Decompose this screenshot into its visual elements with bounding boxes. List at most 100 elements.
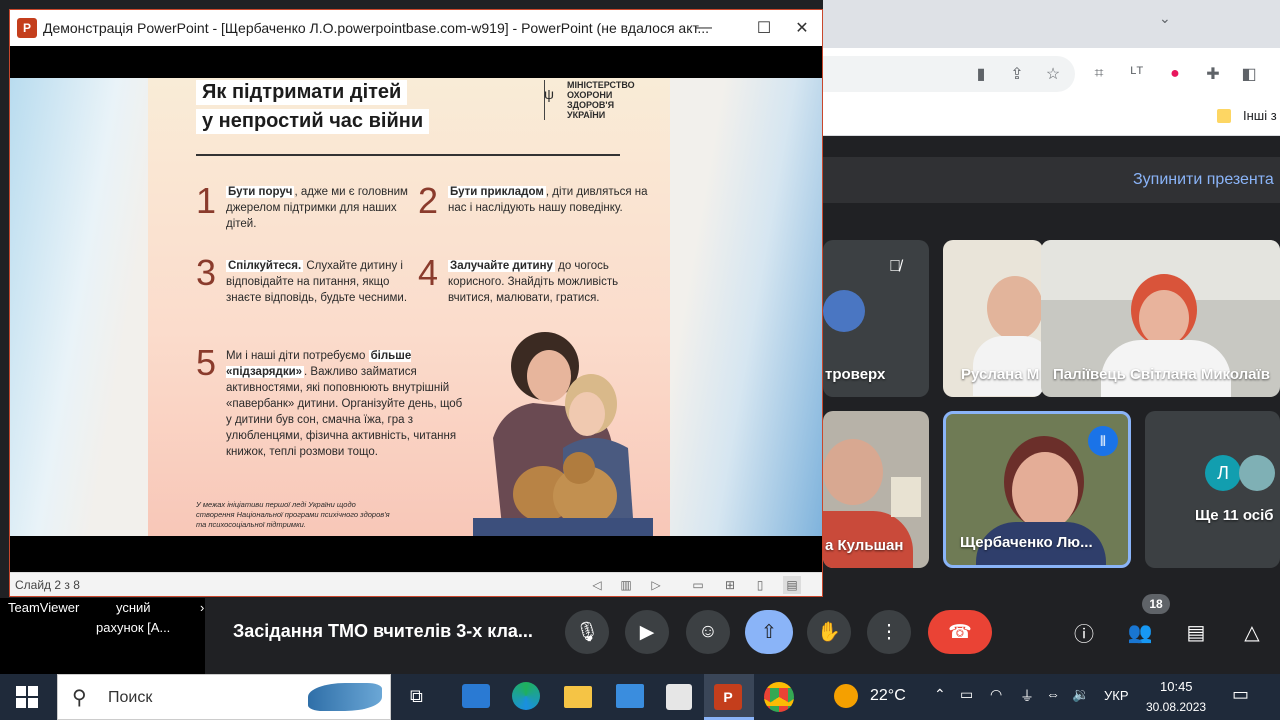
close-button[interactable]: ✕ [782,14,822,42]
task-view-icon[interactable]: ⧉ [410,686,423,707]
mail-icon[interactable] [462,684,490,708]
participant-tile[interactable]: а Кульшан [823,411,929,568]
minimize-button[interactable]: — [684,14,724,42]
poster-heading: Як підтримати дітей у непростий час війн… [196,80,430,138]
windows-start-icon[interactable] [16,686,38,708]
trident-icon: ψ [544,86,554,102]
wifi-icon[interactable]: ◠ [990,686,1002,703]
chrome-frame: ⌄ ▮ ⇪ ☆ ⌗ ᴸᵀ ● ✚ ◧ Інші з [823,0,1280,136]
avatar [1239,455,1275,491]
participant-tile-speaking[interactable]: ⦀ Щербаченко Лю... [943,411,1131,568]
chevron-down-icon[interactable]: ⌄ [1159,10,1171,27]
clock-time[interactable]: 10:45 [1160,679,1193,694]
mic-icon: 🎙 [574,622,600,643]
present-button[interactable]: ⇧ [745,610,793,654]
camera-icon[interactable]: ▮ [969,62,993,86]
ppt-statusbar: Слайд 2 з 8 ◁ ▥ ▷ ▭ ⊞ ▯ ▤ [10,572,822,596]
slide-sorter-icon[interactable]: ⊞ [721,576,739,594]
heading-line: у непростий час війни [196,109,430,134]
windows-taskbar: ⚲ Поиск ⧉ P 22°C ⌃ ▭ ◠ ⏚ ⇔ 🔉 УКР 10:45 3… [0,674,1280,720]
file-explorer-icon[interactable] [564,686,592,708]
edge-icon[interactable] [512,682,540,710]
maximize-button[interactable]: ☐ [744,14,784,42]
star-icon[interactable]: ☆ [1041,62,1065,86]
store-icon[interactable] [666,684,692,710]
whale-shark-image [308,683,382,711]
hangup-icon: ☎ [948,621,972,643]
teamviewer-text: усний [116,600,151,615]
usb-icon[interactable]: ⏚ [1020,686,1034,706]
bookmarks-bar [823,100,1280,136]
speaking-indicator-icon: ⦀ [1088,426,1118,456]
activities-button[interactable]: △ [1238,618,1266,646]
teamviewer-tray-icon[interactable]: ⇔ [1046,686,1060,702]
extensions-icon[interactable]: ✚ [1201,62,1225,86]
participant-tile[interactable]: Паліївець Світлана Миколаїв [1041,240,1280,397]
battery-icon[interactable]: ▭ [960,686,973,703]
slideshow-view-icon[interactable]: ▤ [783,576,801,594]
meeting-info-button[interactable]: ⓘ [1070,618,1098,646]
powerpoint-icon: P [17,18,37,38]
weather-sun-icon[interactable] [834,684,858,708]
participant-tile[interactable]: 🎙̸ троверх [823,240,929,397]
language-indicator[interactable]: УКР [1104,688,1129,703]
normal-view-icon[interactable]: ▭ [689,576,707,594]
meeting-title: Засідання ТМО вчителів 3-х кла... [233,621,533,641]
participants-count-badge: 18 [1142,594,1170,614]
share-icon[interactable]: ⇪ [1005,62,1029,86]
clock-date[interactable]: 30.08.2023 [1146,700,1206,714]
previous-slide-icon[interactable]: ◁ [588,576,606,594]
screenshot-icon[interactable]: ⌗ [1087,62,1111,86]
people-button[interactable]: 👥 [1126,618,1154,646]
notifications-icon[interactable]: ▭ [1232,684,1249,705]
reactions-button[interactable]: ☺ [686,610,730,654]
slide-show-area[interactable]: Як підтримати дітей у непростий час війн… [10,46,822,572]
powerpoint-icon: P [714,684,742,710]
presenting-bar: Зупинити презента [823,157,1280,203]
address-bar[interactable] [823,56,1075,92]
activities-icon: △ [1244,621,1260,644]
divider [196,154,620,156]
more-participants-tile[interactable]: Л Ще 11 осіб [1145,411,1280,568]
raise-hand-button[interactable]: ✋ [807,610,851,654]
slide-menu-icon[interactable]: ▥ [617,576,635,594]
sidepanel-icon[interactable]: ◧ [1237,62,1261,86]
present-screen-icon: ⇧ [761,621,777,643]
tip-text: Бути прикладом, діти дивляться на нас і … [448,186,648,214]
info-icon: ⓘ [1074,623,1094,646]
teamviewer-notification[interactable]: TeamViewer усний рахунок [A... › [0,598,205,674]
participant-name: Паліївець Світлана Миколаїв [1053,366,1270,383]
volume-icon[interactable]: 🔉 [1072,686,1089,703]
record-icon[interactable]: ● [1163,62,1187,86]
chat-button[interactable]: ▤ [1182,618,1210,646]
weather-temp[interactable]: 22°C [870,687,906,705]
next-slide-icon[interactable]: ▷ [647,576,665,594]
leave-call-button[interactable]: ☎ [928,610,992,654]
reading-view-icon[interactable]: ▯ [751,576,769,594]
chrome-icon[interactable] [764,682,794,712]
emoji-icon: ☺ [698,621,718,642]
people-icon: 👥 [1127,621,1153,644]
ppt-titlebar[interactable]: P Демонстрація PowerPoint - [Щербаченко … [10,10,822,46]
bookmark-other[interactable]: Інші з [1243,108,1277,123]
tip-number: 4 [418,252,439,293]
teamviewer-arrow[interactable]: › [200,600,204,615]
avatar [823,290,865,332]
slide: Як підтримати дітей у непростий час війн… [10,78,822,536]
footnote: У межах ініціативи першої леді України щ… [196,500,390,529]
taskbar-search-box[interactable]: ⚲ Поиск [57,674,391,720]
avatar: Л [1205,455,1241,491]
video-camera-icon: ▶ [639,621,655,643]
translate-icon[interactable]: ᴸᵀ [1125,62,1149,86]
mic-button[interactable]: 🎙 [565,610,609,654]
chevron-up-icon[interactable]: ⌃ [934,686,946,703]
ministry-logo: ψ МІНІСТЕРСТВО ОХОРОНИ ЗДОРОВ'Я УКРАЇНИ [544,80,664,120]
camera-button[interactable]: ▶ [625,610,669,654]
maximize-icon: ☐ [756,20,772,37]
teamviewer-text: рахунок [A... [96,620,171,635]
participant-tile[interactable]: Руслана М [943,240,1043,397]
remote-desktop-icon[interactable] [616,684,644,708]
mother-child-illustration [473,332,653,536]
stop-presenting-button[interactable]: Зупинити презента [1133,171,1274,189]
more-options-button[interactable]: ⋮ [867,610,911,654]
